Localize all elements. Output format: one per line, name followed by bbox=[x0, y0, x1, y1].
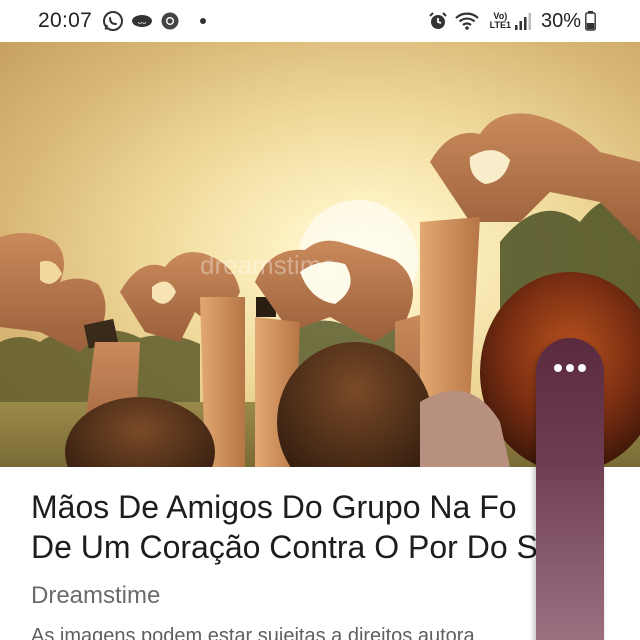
edge-panel-handle[interactable] bbox=[536, 338, 604, 640]
clock: 20:07 bbox=[38, 9, 93, 32]
status-left: 20:07 ᴗᴗ bbox=[38, 9, 207, 33]
dot-1 bbox=[554, 364, 562, 372]
screen: 20:07 ᴗᴗ Vo) LTE1 30% dreamstime Mãos De… bbox=[0, 0, 640, 640]
voicemail-icon: ᴗᴗ bbox=[130, 13, 154, 29]
alarm-icon bbox=[428, 11, 448, 31]
battery-percentage: 30% bbox=[540, 9, 581, 32]
signal-icon bbox=[514, 12, 531, 30]
whatsapp-icon bbox=[102, 10, 124, 32]
dot-3 bbox=[578, 364, 586, 372]
copyright-notice: As imagens podem estar sujeitas a direit… bbox=[31, 625, 475, 640]
volte-indicator: Vo) LTE1 bbox=[490, 12, 511, 30]
watermark-text: dreamstime bbox=[200, 250, 336, 280]
status-right: Vo) LTE1 30% bbox=[428, 10, 602, 33]
more-horizontal-icon[interactable] bbox=[536, 364, 604, 372]
article-source[interactable]: Dreamstime bbox=[31, 582, 160, 610]
volte-bottom-label: LTE1 bbox=[489, 20, 511, 30]
battery-icon bbox=[585, 11, 596, 31]
dot-2 bbox=[566, 364, 574, 372]
chrome-icon bbox=[160, 11, 180, 31]
notification-dot bbox=[200, 18, 207, 24]
wifi-icon bbox=[454, 11, 480, 31]
status-bar: 20:07 ᴗᴗ Vo) LTE1 30% bbox=[0, 0, 640, 42]
svg-text:ᴗᴗ: ᴗᴗ bbox=[138, 18, 147, 26]
